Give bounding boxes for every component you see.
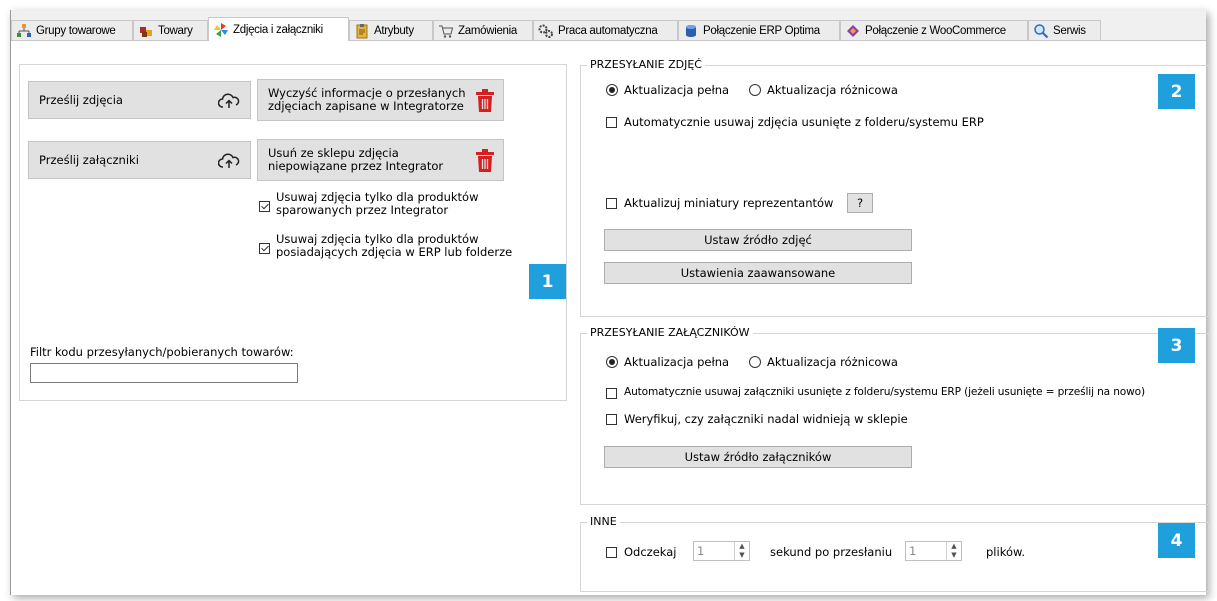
pinwheel-icon	[213, 22, 229, 38]
upload-attachments-label: Prześlij załączniki	[39, 153, 139, 167]
delete-paired-only-checkbox[interactable]	[259, 201, 270, 212]
clear-info-line2: zdjęciach zapisane w Integratorze	[268, 99, 464, 113]
spinner-arrows-icon[interactable]: ▲ ▼	[946, 542, 961, 560]
connection-icon	[845, 23, 861, 39]
attachments-diff-update-label: Aktualizacja różnicowa	[767, 355, 898, 369]
upload-images-button[interactable]: Prześlij zdjęcia	[28, 81, 251, 119]
tab-label: Połączenie ERP Optima	[703, 24, 820, 37]
delete-paired-only-line2: sparowanych przez Integrator	[276, 203, 449, 217]
tab-label: Zamówienia	[458, 24, 517, 37]
cloud-upload-icon	[217, 152, 240, 173]
tab-polaczenie-woocommerce[interactable]: Połączenie z WooCommerce	[840, 20, 1028, 40]
app-window: Grupy towarowe Towary Zdjęcia i załączni…	[10, 10, 1209, 595]
set-images-source-button[interactable]: Ustaw źródło zdjęć	[604, 229, 912, 251]
images-auto-delete-checkbox[interactable]	[606, 117, 617, 128]
other-group: INNE Odczekaj 1 ▲ ▼ sekund po przesłaniu …	[580, 515, 1209, 592]
tab-grupy-towarowe[interactable]: Grupy towarowe	[11, 20, 133, 40]
upload-panel: Prześlij zdjęcia Prześlij załączniki Wyc…	[19, 64, 567, 401]
verify-attachments-label: Weryfikuj, czy załączniki nadal widnieją…	[624, 412, 908, 426]
attachments-group-title: PRZESYŁANIE ZAŁĄCZNIKÓW	[587, 326, 753, 339]
images-auto-delete-label: Automatycznie usuwaj zdjęcia usunięte z …	[624, 115, 984, 129]
images-group: PRZESYŁANIE ZDJĘĆ Aktualizacja pełna Akt…	[580, 58, 1209, 317]
images-group-title: PRZESYŁANIE ZDJĘĆ	[587, 58, 705, 71]
thumbnails-help-button[interactable]: ?	[847, 193, 873, 213]
cloud-upload-icon	[217, 92, 240, 113]
update-thumbnails-checkbox[interactable]	[606, 198, 617, 209]
upload-attachments-button[interactable]: Prześlij załączniki	[28, 141, 251, 179]
verify-attachments-checkbox[interactable]	[606, 414, 617, 425]
attachments-full-update-label: Aktualizacja pełna	[624, 355, 730, 369]
cart-icon	[438, 23, 454, 39]
clear-info-label: Wyczyść informacje o przesłanych zdjęcia…	[268, 87, 466, 113]
advanced-settings-button[interactable]: Ustawienia zaawansowane	[604, 262, 912, 284]
files-label: plików.	[986, 545, 1025, 559]
attachments-auto-delete-label: Automatycznie usuwaj załączniki usunięte…	[624, 386, 1145, 398]
seconds-after-label: sekund po przesłaniu	[770, 545, 893, 559]
images-diff-update-radio[interactable]	[749, 84, 761, 96]
section-badge-4: 4	[1158, 523, 1195, 558]
tab-serwis[interactable]: Serwis	[1028, 20, 1101, 40]
tab-label: Połączenie z WooCommerce	[865, 24, 1006, 37]
tab-towary[interactable]: Towary	[133, 20, 208, 40]
tab-label: Towary	[158, 24, 193, 37]
section-badge-2: 2	[1158, 74, 1195, 109]
tab-label: Praca automatyczna	[558, 24, 658, 37]
upload-images-label: Prześlij zdjęcia	[39, 93, 123, 107]
filter-input[interactable]	[30, 363, 298, 383]
database-icon	[683, 23, 699, 39]
remove-unlinked-label: Usuń ze sklepu zdjęcia niepowiązane prze…	[268, 147, 443, 173]
tab-bar: Grupy towarowe Towary Zdjęcia i załączni…	[11, 10, 1206, 41]
set-attachments-source-button[interactable]: Ustaw źródło załączników	[604, 446, 912, 468]
tab-content: Prześlij zdjęcia Prześlij załączniki Wyc…	[11, 41, 1209, 595]
tab-zdjecia-i-zalaczniki[interactable]: Zdjęcia i załączniki	[208, 17, 349, 41]
attachments-auto-delete-checkbox[interactable]	[606, 388, 617, 399]
gears-icon	[538, 23, 554, 39]
tab-atrybuty[interactable]: Atrybuty	[349, 20, 433, 40]
update-thumbnails-label: Aktualizuj miniatury reprezentantów	[624, 196, 834, 210]
attachments-diff-update-radio[interactable]	[749, 356, 761, 368]
delete-with-images-only-label: Usuwaj zdjęcia tylko dla produktów posia…	[276, 233, 512, 259]
remove-unlinked-line2: niepowiązane przez Integrator	[268, 159, 444, 173]
tab-praca-automatyczna[interactable]: Praca automatyczna	[533, 20, 678, 40]
spinner-arrows-icon[interactable]: ▲ ▼	[734, 542, 749, 560]
images-full-update-label: Aktualizacja pełna	[624, 83, 730, 97]
clear-info-button[interactable]: Wyczyść informacje o przesłanych zdjęcia…	[257, 79, 504, 121]
wait-label: Odczekaj	[624, 545, 677, 559]
clipboard-icon	[354, 23, 370, 39]
boxes-icon	[138, 23, 154, 39]
tab-zamowienia[interactable]: Zamówienia	[433, 20, 533, 40]
files-count-spinner[interactable]: 1 ▲ ▼	[905, 541, 962, 561]
images-diff-update-label: Aktualizacja różnicowa	[767, 83, 898, 97]
tab-label: Grupy towarowe	[36, 24, 116, 37]
delete-with-images-only-checkbox[interactable]	[259, 243, 270, 254]
tab-label: Zdjęcia i załączniki	[233, 23, 323, 36]
attachments-full-update-radio[interactable]	[606, 356, 618, 368]
attachments-group: PRZESYŁANIE ZAŁĄCZNIKÓW Aktualizacja peł…	[580, 326, 1209, 505]
delete-with-images-only-line2: posiadających zdjęcia w ERP lub folderze	[276, 245, 513, 259]
filter-label: Filtr kodu przesyłanych/pobieranych towa…	[30, 345, 294, 359]
section-badge-3: 3	[1158, 328, 1195, 363]
trash-icon	[475, 89, 495, 116]
wait-seconds-value: 1	[697, 544, 705, 558]
magnifier-icon	[1033, 23, 1049, 39]
section-badge-1: 1	[529, 264, 566, 299]
images-full-update-radio[interactable]	[606, 84, 618, 96]
wait-checkbox[interactable]	[606, 547, 617, 558]
tab-label: Serwis	[1053, 24, 1086, 37]
wait-seconds-spinner[interactable]: 1 ▲ ▼	[693, 541, 750, 561]
other-group-title: INNE	[587, 515, 620, 528]
trash-icon	[475, 149, 495, 176]
remove-unlinked-button[interactable]: Usuń ze sklepu zdjęcia niepowiązane prze…	[257, 139, 504, 181]
tab-polaczenie-erp-optima[interactable]: Połączenie ERP Optima	[678, 20, 840, 40]
files-count-value: 1	[909, 544, 917, 558]
hierarchy-icon	[16, 23, 32, 39]
tab-label: Atrybuty	[374, 24, 414, 37]
delete-paired-only-label: Usuwaj zdjęcia tylko dla produktów sparo…	[276, 191, 479, 217]
